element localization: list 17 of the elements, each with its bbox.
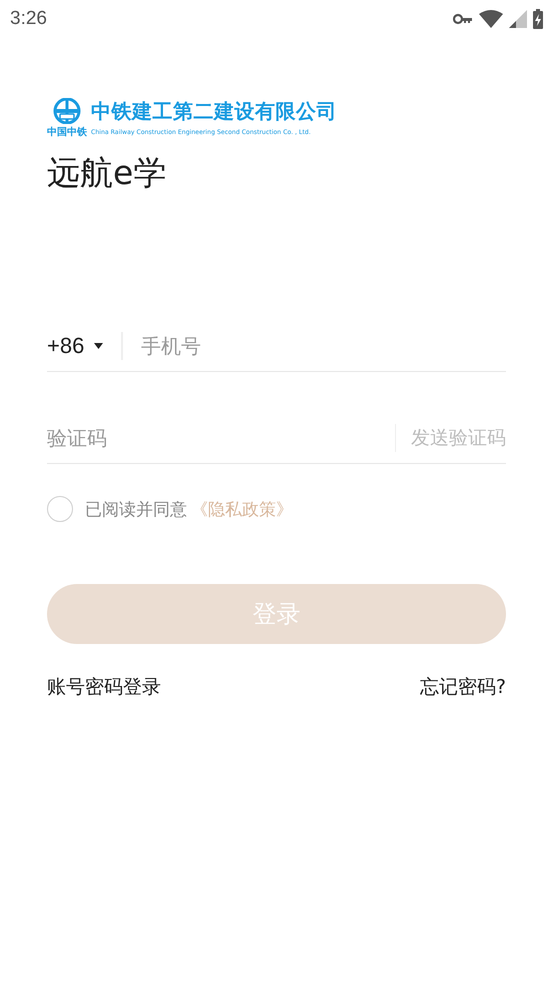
signal-icon bbox=[509, 10, 527, 28]
code-field[interactable]: 验证码 bbox=[47, 426, 380, 450]
forgot-password-link[interactable]: 忘记密码? bbox=[420, 674, 506, 700]
app-title: 远航e学 bbox=[47, 152, 168, 194]
logo-emblem-icon bbox=[52, 98, 82, 124]
phone-field[interactable]: 手机号 bbox=[140, 334, 506, 358]
agreement-text: 已阅读并同意 bbox=[85, 498, 187, 520]
key-icon bbox=[453, 13, 473, 25]
company-name: 中铁建工第二建设有限公司 bbox=[91, 98, 337, 125]
agree-checkbox[interactable] bbox=[47, 496, 73, 522]
wifi-icon bbox=[479, 10, 503, 28]
caret-icon bbox=[94, 342, 104, 348]
status-time: 3:26 bbox=[10, 8, 47, 30]
battery-icon bbox=[533, 9, 543, 29]
country-code-dropdown[interactable]: +86 bbox=[47, 332, 104, 358]
password-login-link[interactable]: 账号密码登录 bbox=[47, 674, 161, 700]
logo-short-name: 中国中铁 bbox=[47, 126, 87, 139]
